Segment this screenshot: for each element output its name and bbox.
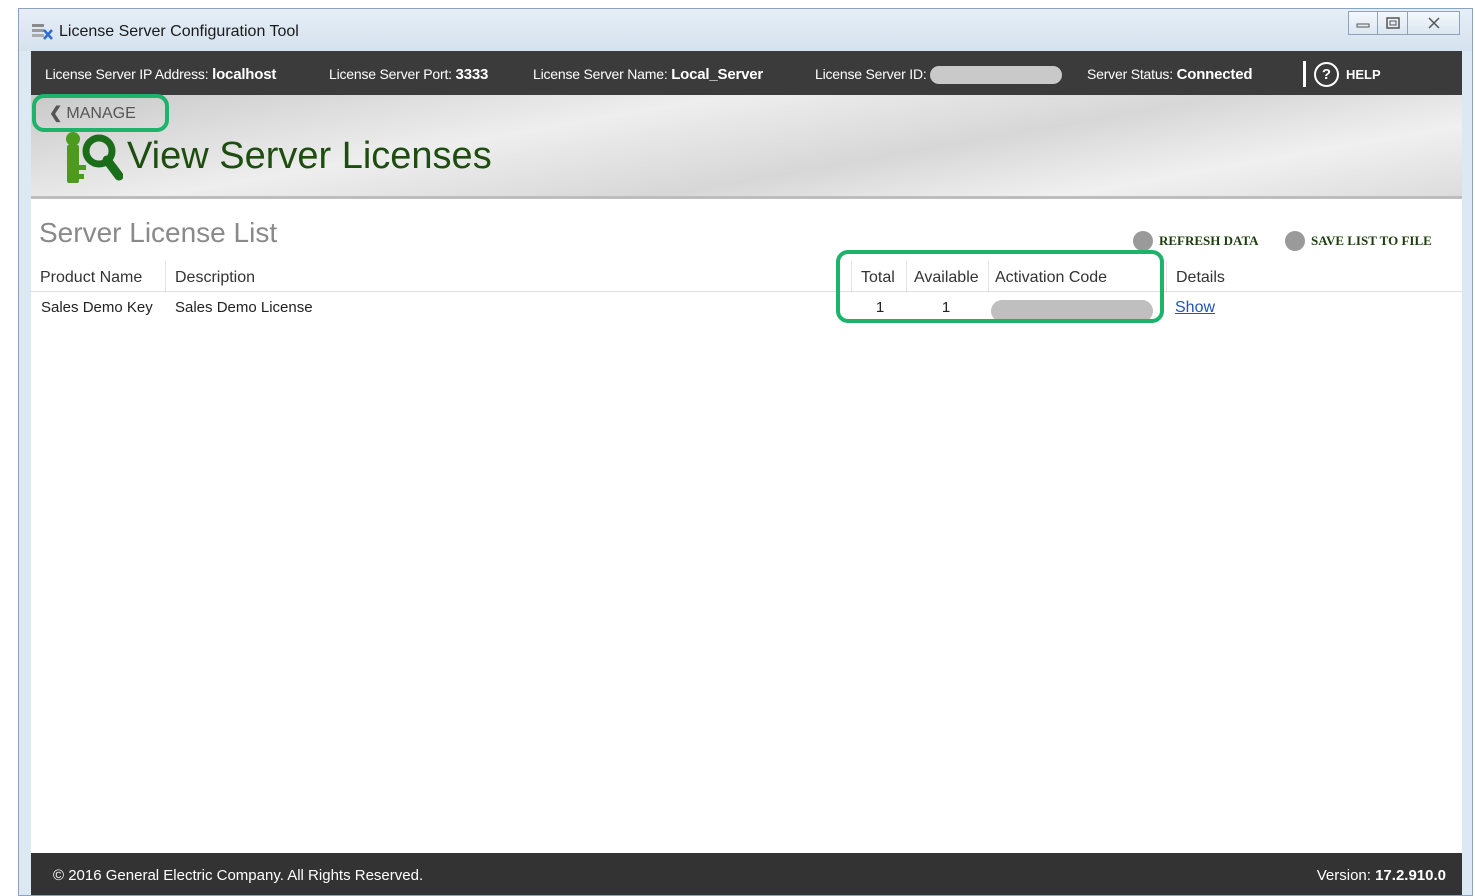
section-title: Server License List	[39, 217, 278, 248]
column-divider	[1166, 261, 1167, 293]
maximize-button[interactable]	[1378, 11, 1408, 35]
status-label: Server Status:	[1087, 66, 1173, 82]
columns-highlight	[836, 250, 1164, 323]
server-id-info: License Server ID:	[815, 66, 1063, 85]
column-header-details[interactable]: Details	[1176, 269, 1225, 287]
ip-address-info: License Server IP Address: localhost	[45, 66, 276, 83]
column-header-product-name[interactable]: Product Name	[40, 269, 142, 287]
close-button[interactable]	[1408, 11, 1460, 35]
save-list-button[interactable]: SAVE LIST TO FILE	[1285, 231, 1432, 251]
refresh-data-button[interactable]: REFRESH DATA	[1133, 231, 1259, 251]
server-status-info: Server Status: Connected	[1087, 66, 1253, 83]
keys-magnifier-icon	[66, 132, 123, 183]
column-divider	[165, 261, 166, 293]
app-icon	[32, 24, 53, 40]
window-controls	[1348, 11, 1460, 35]
info-divider	[1303, 61, 1306, 87]
version-label: Version:	[1316, 867, 1371, 884]
server-id-redacted	[930, 66, 1063, 85]
ip-label: License Server IP Address:	[45, 66, 209, 82]
server-name-info: License Server Name: Local_Server	[533, 66, 763, 83]
refresh-label: REFRESH DATA	[1159, 233, 1259, 248]
app-window: License Server Configuration Tool Licens…	[18, 8, 1473, 896]
server-id-label: License Server ID:	[815, 66, 927, 82]
maximize-icon	[1385, 17, 1400, 29]
minimize-button[interactable]	[1348, 11, 1378, 35]
product-name-cell: Sales Demo Key	[41, 299, 153, 316]
port-label: License Server Port:	[329, 66, 452, 82]
help-link[interactable]: HELP	[1346, 67, 1381, 82]
minimize-icon	[1356, 23, 1370, 28]
server-info-bar: License Server IP Address: localhost Lic…	[31, 51, 1462, 95]
close-icon	[1427, 17, 1440, 29]
window-title: License Server Configuration Tool	[59, 23, 299, 40]
ip-value: localhost	[212, 66, 277, 83]
save-label: SAVE LIST TO FILE	[1311, 233, 1432, 248]
save-icon	[1285, 231, 1305, 251]
version-value: 17.2.910.0	[1375, 867, 1446, 884]
port-value: 3333	[455, 66, 489, 83]
manage-highlight	[32, 94, 169, 132]
refresh-icon	[1133, 231, 1153, 251]
title-bar: License Server Configuration Tool	[19, 9, 1472, 51]
status-value: Connected	[1176, 66, 1253, 83]
version-info: Version: 17.2.910.0	[1317, 867, 1446, 884]
page-header: ❮ MANAGE View Server Licenses	[31, 95, 1462, 199]
server-name-value: Local_Server	[671, 66, 764, 83]
port-info: License Server Port: 3333	[329, 66, 488, 83]
show-details-link[interactable]: Show	[1175, 299, 1215, 317]
server-name-label: License Server Name:	[533, 66, 668, 82]
header-rule	[31, 291, 1462, 292]
column-header-description[interactable]: Description	[175, 269, 255, 287]
page-title: View Server Licenses	[127, 135, 492, 177]
copyright-text: © 2016 General Electric Company. All Rig…	[53, 867, 424, 884]
help-icon[interactable]: ?	[1314, 62, 1339, 87]
description-cell: Sales Demo License	[175, 299, 313, 316]
footer-bar: © 2016 General Electric Company. All Rig…	[31, 853, 1462, 895]
license-list-panel: Server License List REFRESH DATA SAVE LI…	[31, 199, 1462, 853]
